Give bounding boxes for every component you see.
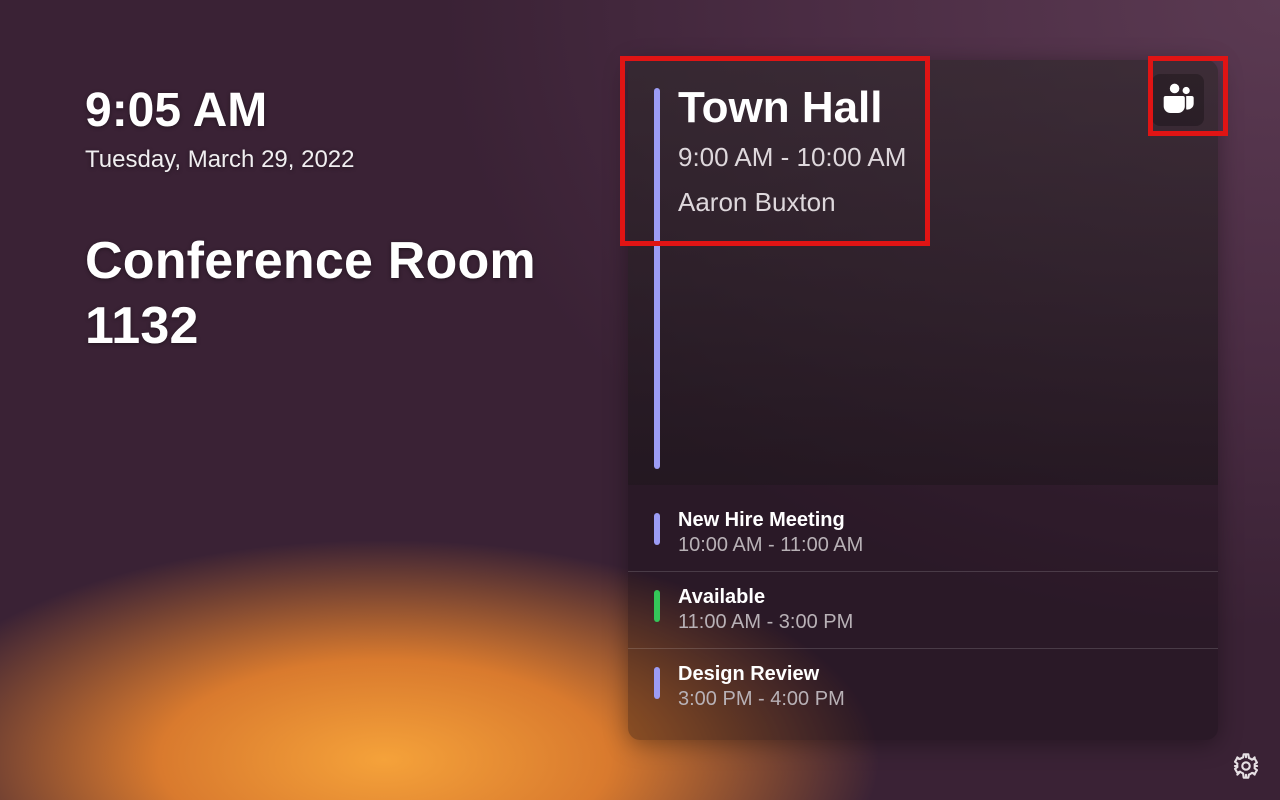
clock-date: Tuesday, March 29, 2022	[85, 146, 585, 174]
upcoming-title: Available	[678, 586, 1190, 609]
list-item[interactable]: New Hire Meeting 10:00 AM - 11:00 AM	[628, 495, 1218, 572]
upcoming-time: 3:00 PM - 4:00 PM	[678, 688, 1190, 711]
busy-stripe-icon	[654, 667, 660, 699]
upcoming-time: 11:00 AM - 3:00 PM	[678, 611, 1190, 634]
current-meeting-organizer: Aaron Buxton	[678, 187, 1190, 218]
list-item[interactable]: Design Review 3:00 PM - 4:00 PM	[628, 649, 1218, 725]
available-stripe-icon	[654, 590, 660, 622]
current-meeting-card[interactable]: Town Hall 9:00 AM - 10:00 AM Aaron Buxto…	[628, 60, 1218, 485]
upcoming-title: Design Review	[678, 663, 1190, 686]
schedule-panel: Town Hall 9:00 AM - 10:00 AM Aaron Buxto…	[628, 60, 1218, 740]
current-meeting-accent	[654, 88, 660, 469]
gear-icon	[1232, 752, 1260, 785]
teams-button[interactable]	[1152, 74, 1204, 126]
teams-icon	[1161, 83, 1195, 118]
upcoming-time: 10:00 AM - 11:00 AM	[678, 534, 1190, 557]
clock-time: 9:05 AM	[85, 85, 585, 138]
upcoming-title: New Hire Meeting	[678, 509, 1190, 532]
list-item[interactable]: Available 11:00 AM - 3:00 PM	[628, 572, 1218, 649]
current-meeting-time: 9:00 AM - 10:00 AM	[678, 142, 1190, 173]
busy-stripe-icon	[654, 513, 660, 545]
settings-button[interactable]	[1228, 750, 1264, 786]
room-name: Conference Room 1132	[85, 229, 585, 359]
upcoming-list: New Hire Meeting 10:00 AM - 11:00 AM Ava…	[628, 485, 1218, 740]
current-meeting-title: Town Hall	[678, 84, 1190, 132]
room-info-pane: 9:05 AM Tuesday, March 29, 2022 Conferen…	[85, 85, 585, 359]
